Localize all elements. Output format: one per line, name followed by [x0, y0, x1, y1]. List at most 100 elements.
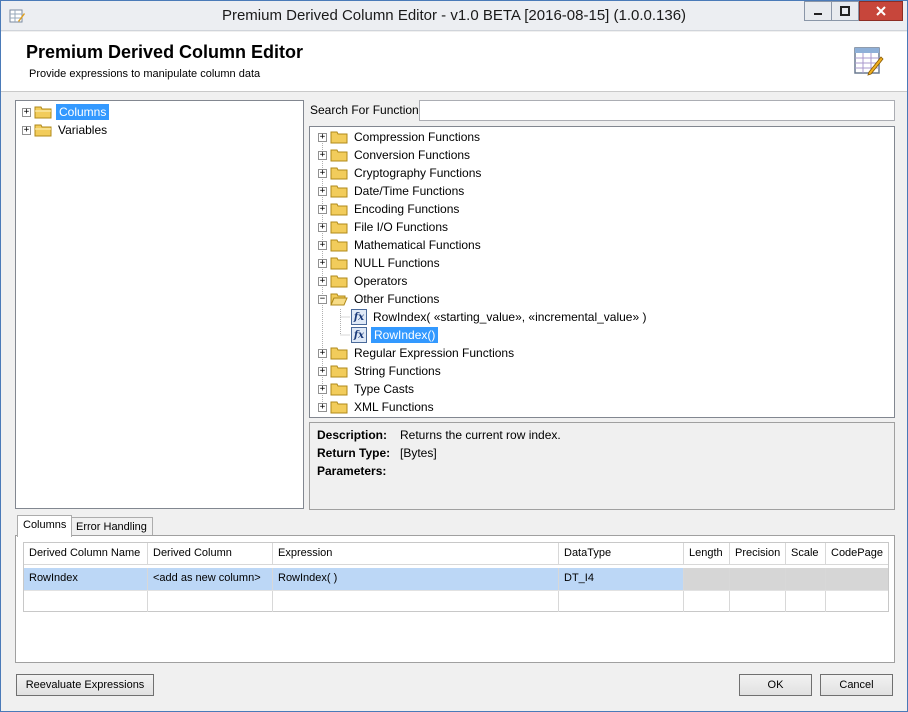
folder-icon [34, 106, 52, 119]
tree-node-null-functions[interactable]: + NULL Functions [318, 254, 442, 272]
reevaluate-expressions-button[interactable]: Reevaluate Expressions [16, 674, 154, 696]
search-label: Search For Function: [310, 103, 423, 117]
return-type-row: Return Type: [Bytes] [317, 446, 437, 460]
grid-header-row: Derived Column Name Derived Column Expre… [24, 543, 888, 565]
column-header-scale[interactable]: Scale [786, 543, 826, 564]
tree-node-other-functions[interactable]: − Other Functions [318, 290, 441, 308]
expand-icon[interactable]: + [318, 168, 327, 178]
column-header-codepage[interactable]: CodePage [826, 543, 888, 564]
expand-icon[interactable]: + [318, 366, 327, 376]
tree-node-label: Regular Expression Functions [354, 346, 515, 360]
column-header-precision[interactable]: Precision [730, 543, 786, 564]
tree-node-label: Conversion Functions [354, 148, 471, 162]
tree-node-label: NULL Functions [354, 256, 440, 270]
minimize-button[interactable] [804, 1, 832, 21]
tree-node-label: Type Casts [354, 382, 415, 396]
tree-node-fileio-functions[interactable]: + File I/O Functions [318, 218, 450, 236]
empty-cell[interactable] [559, 591, 684, 612]
minimize-icon [814, 13, 822, 15]
tree-node-regular-expression-functions[interactable]: + Regular Expression Functions [318, 344, 516, 362]
tree-node-label: String Functions [354, 364, 441, 378]
expand-icon[interactable]: + [318, 132, 327, 142]
window-title: Premium Derived Column Editor - v1.0 BET… [221, 7, 687, 24]
expand-icon[interactable]: + [318, 186, 327, 196]
tree-node-cryptography-functions[interactable]: + Cryptography Functions [318, 164, 483, 182]
new-row[interactable] [24, 590, 888, 612]
tree-node-mathematical-functions[interactable]: + Mathematical Functions [318, 236, 483, 254]
empty-cell[interactable] [826, 591, 888, 612]
fx-icon: fx [351, 327, 367, 343]
expand-icon[interactable]: + [318, 348, 327, 358]
cell-length[interactable] [684, 568, 730, 590]
tree-node-datetime-functions[interactable]: + Date/Time Functions [318, 182, 466, 200]
tree-node-label: Date/Time Functions [354, 184, 465, 198]
fx-icon: fx [351, 309, 367, 325]
function-description-panel: Description: Returns the current row ind… [309, 422, 895, 510]
tree-node-label: File I/O Functions [354, 220, 449, 234]
table-row[interactable]: RowIndex <add as new column> RowIndex( )… [24, 568, 888, 590]
empty-cell[interactable] [24, 591, 148, 612]
variables-tree[interactable]: + Columns + Variables [15, 100, 304, 509]
expand-icon[interactable]: + [22, 107, 31, 117]
ok-button[interactable]: OK [739, 674, 812, 696]
column-header-derived-column-name[interactable]: Derived Column Name [24, 543, 148, 564]
cell-codepage[interactable] [826, 568, 888, 590]
cancel-button[interactable]: Cancel [820, 674, 893, 696]
expand-icon[interactable]: + [318, 384, 327, 394]
maximize-button[interactable] [831, 1, 859, 21]
expand-icon[interactable]: + [318, 258, 327, 268]
tree-node-conversion-functions[interactable]: + Conversion Functions [318, 146, 472, 164]
cell-precision[interactable] [730, 568, 786, 590]
expand-icon[interactable]: + [318, 240, 327, 250]
tree-node-rowindex-params[interactable]: fx RowIndex( «starting_value», «incremen… [351, 308, 649, 326]
tree-node-string-functions[interactable]: + String Functions [318, 362, 443, 380]
tab-columns[interactable]: Columns [17, 515, 73, 537]
derived-columns-grid[interactable]: Derived Column Name Derived Column Expre… [23, 542, 889, 612]
folder-icon [330, 347, 348, 360]
tree-node-variables[interactable]: + Variables [22, 121, 109, 139]
parameters-row: Parameters: [317, 464, 400, 478]
tree-node-rowindex[interactable]: fx RowIndex() [351, 326, 439, 344]
tree-node-xml-functions[interactable]: + XML Functions [318, 398, 436, 416]
tree-node-label: RowIndex() [371, 327, 439, 343]
description-label: Description: [317, 428, 388, 442]
folder-icon [330, 383, 348, 396]
function-tree[interactable]: + Compression Functions + Conversion Fun… [309, 126, 895, 418]
tree-node-operators[interactable]: + Operators [318, 272, 409, 290]
cell-derived-column[interactable]: <add as new column> [148, 568, 273, 590]
header-subtitle: Provide expressions to manipulate column… [29, 68, 261, 80]
expand-icon[interactable]: + [318, 204, 327, 214]
empty-cell[interactable] [148, 591, 273, 612]
tree-node-type-casts[interactable]: + Type Casts [318, 380, 416, 398]
column-header-length[interactable]: Length [684, 543, 730, 564]
cell-expression[interactable]: RowIndex( ) [273, 568, 559, 590]
empty-cell[interactable] [730, 591, 786, 612]
column-header-datatype[interactable]: DataType [559, 543, 684, 564]
expand-icon[interactable]: + [22, 125, 31, 135]
empty-cell[interactable] [786, 591, 826, 612]
header-banner: Premium Derived Column Editor Provide ex… [1, 32, 907, 92]
tree-node-compression-functions[interactable]: + Compression Functions [318, 128, 482, 146]
expand-icon[interactable]: + [318, 276, 327, 286]
close-button[interactable] [859, 1, 903, 21]
open-folder-icon [330, 293, 348, 306]
tree-node-label: RowIndex( «starting_value», «incremental… [373, 310, 647, 324]
tree-node-encoding-functions[interactable]: + Encoding Functions [318, 200, 461, 218]
column-header-expression[interactable]: Expression [273, 543, 559, 564]
empty-cell[interactable] [684, 591, 730, 612]
function-search-input[interactable] [419, 100, 895, 121]
cell-derived-column-name[interactable]: RowIndex [24, 568, 148, 590]
tree-node-label: Mathematical Functions [354, 238, 481, 252]
expand-icon[interactable]: + [318, 222, 327, 232]
cell-datatype[interactable]: DT_I4 [559, 568, 684, 590]
expand-icon[interactable]: + [318, 150, 327, 160]
folder-icon [330, 239, 348, 252]
tree-node-columns[interactable]: + Columns [22, 103, 110, 121]
cell-scale[interactable] [786, 568, 826, 590]
description-value: Returns the current row index. [400, 428, 561, 442]
expand-icon[interactable]: + [318, 402, 327, 412]
empty-cell[interactable] [273, 591, 559, 612]
collapse-icon[interactable]: − [318, 294, 327, 304]
column-header-derived-column[interactable]: Derived Column [148, 543, 273, 564]
header-title: Premium Derived Column Editor [26, 42, 304, 62]
